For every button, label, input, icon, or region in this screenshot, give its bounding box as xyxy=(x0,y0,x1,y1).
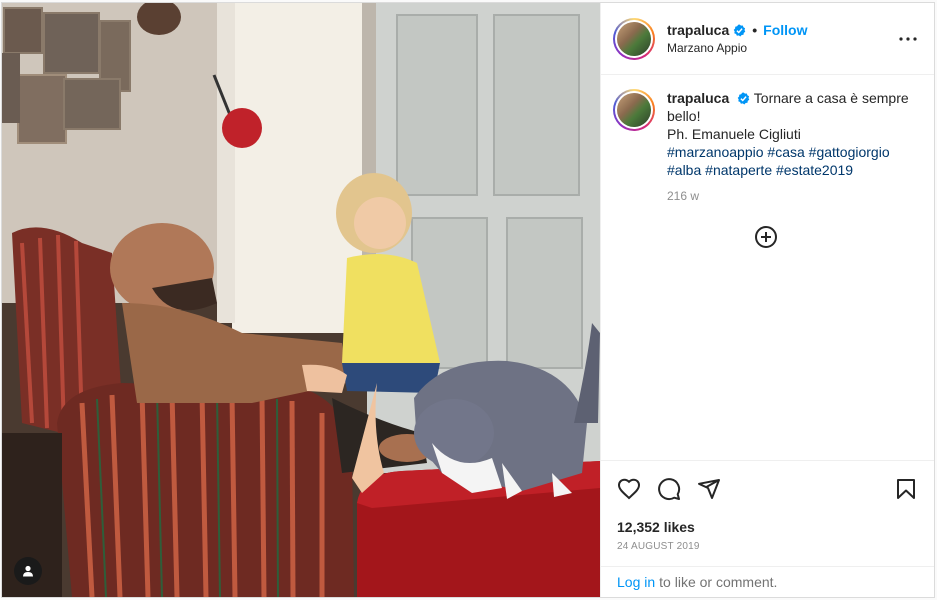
post-actions: 12,352 likes 24 AUGUST 2019 xyxy=(601,460,934,552)
relative-time[interactable]: 216 w xyxy=(667,187,918,205)
follow-button[interactable]: Follow xyxy=(763,22,807,38)
hashtag-link[interactable]: #estate2019 xyxy=(776,162,853,178)
verified-badge-icon xyxy=(737,92,750,105)
post-dialog: trapaluca • Follow Marzano Appio trapalu… xyxy=(1,2,935,598)
caption-avatar[interactable] xyxy=(613,89,655,131)
location-link[interactable]: Marzano Appio xyxy=(667,41,896,55)
username-link[interactable]: trapaluca xyxy=(667,22,729,38)
hashtag-link[interactable]: #gattogiorgio xyxy=(809,144,890,160)
post-sidebar: trapaluca • Follow Marzano Appio trapalu… xyxy=(600,3,934,597)
comments-area: trapaluca Tornare a casa è sempre bello!… xyxy=(601,75,934,460)
hashtag-link[interactable]: #alba xyxy=(667,162,701,178)
plus-circle-icon xyxy=(754,226,777,248)
post-photo-image xyxy=(2,3,600,597)
caption-credit: Ph. Emanuele Cigliuti xyxy=(667,126,801,142)
load-more-comments-button[interactable] xyxy=(613,225,918,249)
post-header: trapaluca • Follow Marzano Appio xyxy=(601,3,934,75)
bookmark-icon[interactable] xyxy=(894,477,918,501)
more-options-button[interactable] xyxy=(896,27,920,51)
hashtag-link[interactable]: #casa xyxy=(767,144,804,160)
more-options-icon xyxy=(899,36,917,41)
likes-count[interactable]: 12,352 likes xyxy=(617,519,918,535)
login-prompt-text: to like or comment. xyxy=(659,574,778,590)
login-link[interactable]: Log in xyxy=(617,574,655,590)
login-prompt: Log in to like or comment. xyxy=(601,566,934,597)
hashtag-link[interactable]: #marzanoappio xyxy=(667,144,764,160)
caption-username-link[interactable]: trapaluca xyxy=(667,90,729,106)
caption: trapaluca Tornare a casa è sempre bello!… xyxy=(613,89,918,205)
heart-icon[interactable] xyxy=(617,477,641,501)
user-icon xyxy=(23,565,33,577)
post-photo[interactable] xyxy=(2,3,600,597)
separator-dot: • xyxy=(752,22,758,38)
share-icon[interactable] xyxy=(697,477,721,501)
hashtag-list: #marzanoappio #casa #gattogiorgio #alba … xyxy=(667,143,918,179)
comment-icon[interactable] xyxy=(657,477,681,501)
hashtag-link[interactable]: #nataperte xyxy=(705,162,772,178)
verified-badge-icon xyxy=(733,23,746,36)
user-tags-button[interactable] xyxy=(14,557,42,585)
avatar[interactable] xyxy=(613,17,655,60)
post-date[interactable]: 24 AUGUST 2019 xyxy=(617,541,918,552)
